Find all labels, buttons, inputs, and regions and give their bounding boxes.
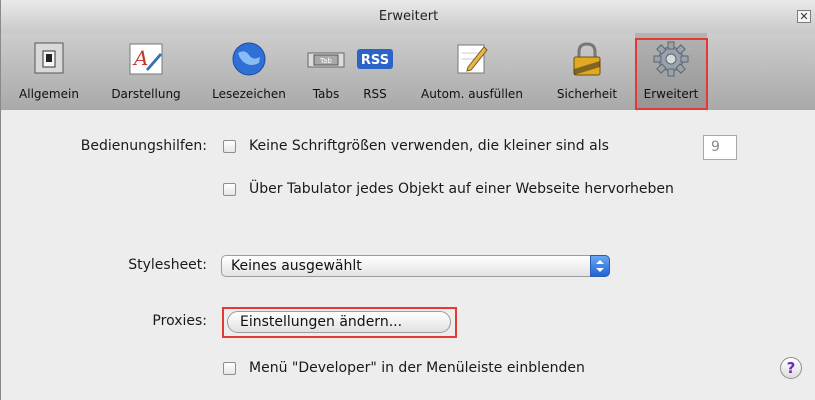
- tab-erweitert[interactable]: Erweitert: [635, 33, 707, 110]
- font-icon: A: [129, 43, 163, 75]
- tab-allgemein[interactable]: Allgemein: [5, 33, 93, 110]
- min-font-size-checkbox[interactable]: [223, 140, 236, 153]
- preferences-window: Erweitert ✕ Allgemein A Darstellung Lese…: [0, 0, 815, 400]
- developer-menu-text: Menü "Developer" in der Menüleiste einbl…: [249, 360, 585, 376]
- svg-text:A: A: [132, 46, 148, 70]
- rss-icon: RSS: [357, 49, 393, 69]
- tab-label: Lesezeichen: [212, 87, 286, 101]
- tab-darstellung[interactable]: A Darstellung: [97, 33, 195, 110]
- tab-sicherheit[interactable]: Sicherheit: [547, 33, 627, 110]
- tab-highlight-checkbox[interactable]: [223, 183, 236, 196]
- lock-icon: [573, 42, 601, 76]
- tabs-icon: Tab: [307, 52, 345, 68]
- min-font-size-field[interactable]: 9: [703, 135, 737, 160]
- stylesheet-value: Keines ausgewählt: [231, 258, 362, 274]
- window-title: Erweitert: [378, 9, 439, 24]
- globe-icon: [232, 42, 266, 76]
- proxies-label: Proxies:: [152, 313, 207, 329]
- tab-highlight-text: Über Tabulator jedes Objekt auf einer We…: [249, 181, 674, 197]
- tab-label: RSS: [363, 87, 387, 101]
- stylesheet-label: Stylesheet:: [128, 257, 207, 273]
- tab-label: Tabs: [312, 87, 340, 101]
- select-arrows-icon: [590, 255, 610, 277]
- help-icon: ?: [786, 359, 796, 377]
- help-button[interactable]: ?: [780, 357, 802, 379]
- stylesheet-select[interactable]: Keines ausgewählt: [221, 255, 610, 277]
- tab-label: Autom. ausfüllen: [421, 87, 523, 101]
- tab-autom-ausfuellen[interactable]: Autom. ausfüllen: [401, 33, 543, 110]
- tab-label: Allgemein: [19, 87, 79, 101]
- switch-icon: [34, 42, 64, 74]
- change-proxy-settings-button[interactable]: Einstellungen ändern...: [227, 311, 451, 333]
- close-button[interactable]: ✕: [797, 10, 811, 23]
- min-font-size-text: Keine Schriftgrößen verwenden, die klein…: [249, 138, 609, 154]
- close-icon: ✕: [799, 10, 809, 23]
- tab-label: Sicherheit: [556, 87, 618, 101]
- title-bar: Erweitert ✕: [1, 0, 815, 33]
- preferences-toolbar: Allgemein A Darstellung Lesezeichen Tab: [1, 33, 815, 111]
- accessibility-label: Bedienungshilfen:: [80, 138, 207, 154]
- tab-tabs[interactable]: Tab Tabs: [303, 33, 349, 110]
- tab-label: Erweitert: [643, 87, 699, 101]
- tab-rss[interactable]: RSS RSS: [353, 33, 397, 110]
- svg-text:Tab: Tab: [319, 57, 332, 65]
- pencil-icon: [457, 44, 488, 74]
- advanced-pane: Bedienungshilfen: Keine Schriftgrößen ve…: [1, 110, 815, 400]
- gear-icon: [653, 41, 689, 77]
- developer-menu-checkbox[interactable]: [223, 362, 236, 375]
- tab-label: Darstellung: [111, 87, 181, 101]
- tab-lesezeichen[interactable]: Lesezeichen: [199, 33, 299, 110]
